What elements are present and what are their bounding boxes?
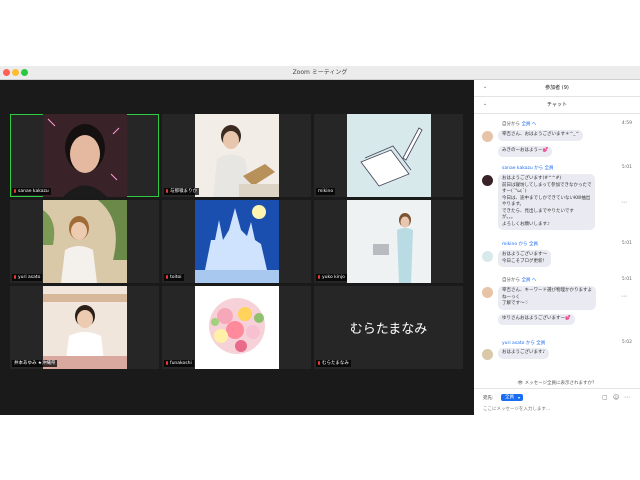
participant-name-tag: 井本あゆみ ★沖縄県 (12, 360, 58, 367)
chat-time: 5:01 (621, 165, 632, 170)
participant-display-name: むらたまなみ (349, 322, 428, 337)
video-tile-yonamine-marika[interactable]: 与那嶺まりか (162, 114, 311, 197)
video-tile-murata-manami[interactable]: むらたまなみ むらたまなみ (314, 286, 463, 369)
video-tile-toitoi[interactable]: toitoi (162, 200, 311, 283)
file-icon[interactable]: ▢ (602, 394, 608, 401)
participant-name-tag: toitoi (164, 274, 184, 281)
chat-message: sanae kakazu から 全員 5:01 おはようございます(#^^#) … (474, 165, 640, 235)
recipient-dropdown[interactable]: 全員 ▾ (501, 394, 523, 401)
chat-title: チャット (547, 102, 567, 108)
sender-avatar (482, 175, 493, 186)
video-tile-yuri-asato[interactable]: yuri asato (10, 200, 159, 283)
zoom-window: Zoom ミーティング sanae kakazu 与那嶺まりか mikino y… (0, 66, 640, 415)
participant-video (43, 200, 127, 283)
chat-message: yuri asato から 全員 5:02 おはようございます♪ (474, 340, 640, 370)
chat-message: mikino から 全員 5:01 おはようございます〜 今日こそブログ更新！ (474, 241, 640, 271)
chat-time: 5:02 (621, 340, 632, 345)
chat-sender: 自分から 全員 へ (502, 122, 537, 127)
window-title: Zoom ミーティング (292, 69, 348, 76)
participant-video (195, 114, 279, 197)
sender-avatar (482, 349, 493, 360)
chat-visibility-text: メッセージ全員に表示されますか？ (524, 381, 597, 386)
eye-icon: 👁 (517, 381, 524, 386)
participant-name-tag: yuko kinjo (316, 274, 347, 281)
video-tile-funakoshi[interactable]: funakoshi (162, 286, 311, 369)
more-icon[interactable]: ⋯ (624, 394, 630, 401)
mic-muted-icon (14, 188, 16, 193)
sender-avatar (482, 251, 493, 262)
participant-name-tag: むらたまなみ (316, 360, 351, 367)
chat-visibility-hint: 👁 メッセージ全員に表示されますか？ (474, 380, 640, 386)
mic-muted-icon (318, 274, 320, 279)
caret-down-icon: ▾ (517, 395, 520, 400)
participant-avatar-image (195, 286, 279, 369)
chat-sender: 自分から 全員 へ (502, 278, 537, 283)
chat-time: 4:59 (621, 121, 632, 126)
chat-time: 5:01 (621, 241, 632, 246)
participant-video (347, 200, 431, 283)
chat-bubble: おはようございます〜 今日こそブログ更新！ (498, 250, 551, 267)
my-avatar (482, 287, 493, 298)
chat-time: 5:01 (621, 277, 632, 282)
chat-bubble: みきのーおはようー💕 (498, 146, 553, 157)
mic-muted-icon (166, 274, 168, 279)
chat-bubble: おはようございます(#^^#) 前日は寝坊してしまって参加できなかったで すー(… (498, 174, 596, 230)
participants-title: 参加者 (9) (545, 85, 569, 91)
chat-bubble: おはようございます♪ (498, 348, 550, 359)
mic-muted-icon (166, 188, 168, 193)
mic-muted-icon (166, 360, 168, 365)
mic-muted-icon (14, 274, 16, 279)
video-gallery: sanae kakazu 与那嶺まりか mikino yuri asato to… (0, 80, 474, 415)
chat-header[interactable]: ⌄ チャット (474, 97, 640, 114)
side-panel: ⌄ 参加者 (9) ⌄ チャット 自分から 全員 へ 4:59 宰吉さん、おはよ… (474, 80, 640, 415)
chat-bubble: 宰吉さん、おはようございます＊^_^ (498, 130, 584, 141)
chat-sender: mikino から 全員 (502, 242, 538, 247)
participant-name-tag: mikino (316, 188, 336, 195)
mic-muted-icon (318, 360, 320, 365)
chat-bubble: 宰吉さん、キーワード選び物理かかりますよ ねーっく 了解です〜♡ (498, 286, 596, 310)
emoji-icon[interactable]: ☺ (613, 394, 619, 401)
chat-message: 自分から 全員 へ 4:59 宰吉さん、おはようございます＊^_^ みきのーおは… (474, 121, 640, 169)
recipient-value: 全員 (505, 395, 514, 400)
chat-sender: yuri asato から 全員 (502, 341, 546, 346)
title-bar: Zoom ミーティング (0, 66, 640, 80)
participants-header[interactable]: ⌄ 参加者 (9) (474, 80, 640, 97)
chat-message-input[interactable] (483, 406, 633, 413)
participant-name-tag: 与那嶺まりか (164, 188, 199, 195)
recipient-label: 宛先: (483, 396, 494, 401)
participant-video (43, 286, 127, 369)
my-avatar (482, 131, 493, 142)
participant-name-tag: sanae kakazu (12, 188, 51, 195)
participant-avatar-image (347, 114, 431, 197)
video-tile-yuko-kinjo[interactable]: yuko kinjo (314, 200, 463, 283)
video-tile-imoto-ayumi[interactable]: 井本あゆみ ★沖縄県 (10, 286, 159, 369)
more-options-icon[interactable]: ⋯ (621, 199, 627, 206)
video-tile-mikino[interactable]: mikino (314, 114, 463, 197)
participant-avatar-image (195, 200, 279, 283)
chat-message: 自分から 全員 へ 5:01 宰吉さん、キーワード選び物理かかりますよ ねーっく… (474, 277, 640, 337)
chat-bubble: ゆりさんおはようございますー💕 (498, 314, 575, 325)
chat-message-list[interactable]: 自分から 全員 へ 4:59 宰吉さん、おはようございます＊^_^ みきのーおは… (474, 116, 640, 380)
chat-sender: sanae kakazu から 全員 (502, 166, 554, 171)
chat-composer: 宛先: 全員 ▾ ▢ ☺ ⋯ (474, 388, 640, 415)
participant-video (43, 114, 127, 197)
more-options-icon[interactable]: ⋯ (621, 293, 627, 300)
participant-name-tag: yuri asato (12, 274, 43, 281)
video-tile-sanae-kakazu[interactable]: sanae kakazu (10, 114, 159, 197)
participant-name-tag: funakoshi (164, 360, 194, 367)
